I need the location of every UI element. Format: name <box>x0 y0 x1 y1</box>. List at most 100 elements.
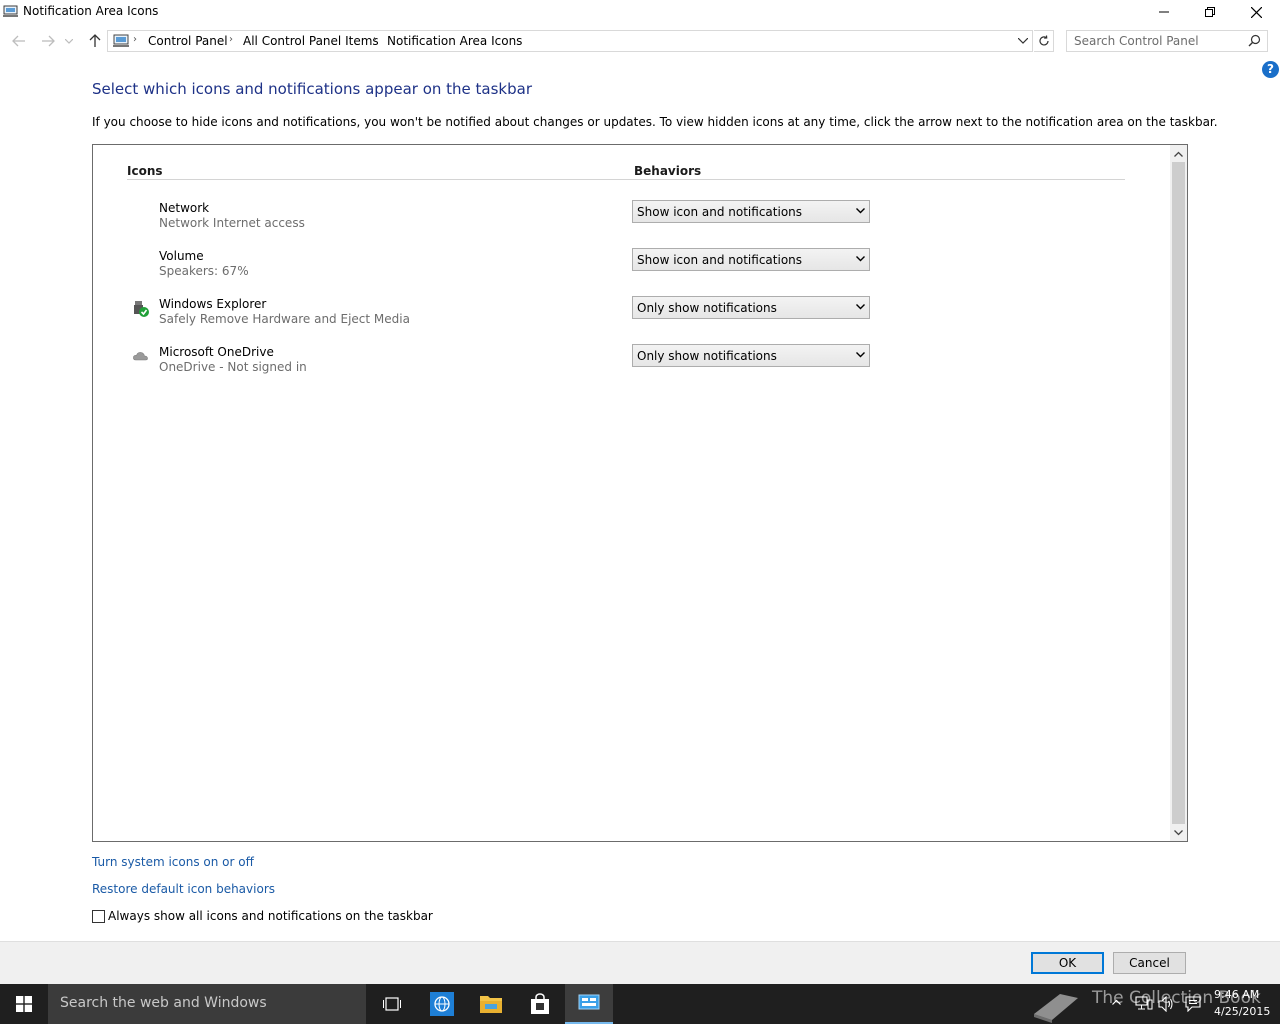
breadcrumb-separator-icon[interactable]: › <box>373 34 377 45</box>
minimize-button[interactable] <box>1141 0 1187 24</box>
behavior-value: Show icon and notifications <box>637 205 803 219</box>
network-icon[interactable] <box>1135 996 1153 1012</box>
help-button[interactable]: ? <box>1262 61 1279 78</box>
minimize-icon <box>1159 11 1169 13</box>
chevron-up-icon <box>1174 151 1183 157</box>
row-name: Volume <box>159 249 204 263</box>
ok-button[interactable]: OK <box>1031 952 1104 974</box>
row-detail: Safely Remove Hardware and Eject Media <box>159 312 410 326</box>
scrollbar-thumb[interactable] <box>1172 162 1185 824</box>
window-title: Notification Area Icons <box>23 4 159 18</box>
restore-icon <box>1205 7 1215 17</box>
turn-system-icons-link[interactable]: Turn system icons on or off <box>92 855 254 869</box>
page-title: Select which icons and notifications app… <box>92 80 532 98</box>
row-name: Network <box>159 201 210 215</box>
restore-button[interactable] <box>1187 0 1233 24</box>
folder-icon <box>480 996 502 1013</box>
arrow-up-icon <box>89 34 101 47</box>
forward-button[interactable] <box>38 31 58 51</box>
taskbar-browser[interactable] <box>418 984 466 1024</box>
search-input[interactable] <box>1067 31 1237 51</box>
column-header-icons: Icons <box>127 164 163 178</box>
back-button[interactable] <box>9 31 29 51</box>
control-panel-icon <box>578 994 600 1010</box>
refresh-icon <box>1038 35 1049 46</box>
clock-date[interactable]: 4/25/2015 <box>1214 1005 1270 1018</box>
start-button[interactable] <box>0 984 48 1024</box>
windows-logo-icon <box>16 996 32 1012</box>
chevron-down-icon <box>856 304 865 310</box>
cancel-button[interactable]: Cancel <box>1113 952 1186 974</box>
usb-safe-remove-icon <box>134 301 149 317</box>
behavior-value: Only show notifications <box>637 349 777 363</box>
chevron-down-icon <box>1174 829 1183 835</box>
taskbar-store[interactable] <box>516 984 564 1024</box>
chevron-down-icon <box>856 352 865 358</box>
up-button[interactable] <box>85 31 105 51</box>
chevron-down-icon <box>856 208 865 214</box>
arrow-right-icon <box>42 35 55 47</box>
task-view-button[interactable] <box>368 984 416 1024</box>
breadcrumb-control-panel[interactable]: Control Panel <box>148 34 228 48</box>
recent-locations-button[interactable] <box>62 31 76 51</box>
restore-default-behaviors-link[interactable]: Restore default icon behaviors <box>92 882 275 896</box>
onedrive-cloud-icon <box>133 352 148 361</box>
chevron-down-icon[interactable] <box>1018 38 1028 44</box>
taskbar-file-explorer[interactable] <box>467 984 515 1024</box>
behavior-value: Only show notifications <box>637 301 777 315</box>
page-description: If you choose to hide icons and notifica… <box>92 115 1218 129</box>
column-header-behaviors: Behaviors <box>634 164 702 178</box>
show-hidden-icons-chevron-icon[interactable] <box>1112 999 1121 1005</box>
dialog-footer: OK Cancel <box>0 941 1280 984</box>
table-row-windows-explorer: Windows Explorer Safely Remove Hardware … <box>93 296 1153 342</box>
behavior-select-windows-explorer[interactable]: Only show notifications <box>632 296 870 319</box>
scroll-down-button[interactable] <box>1170 824 1187 841</box>
task-view-icon <box>383 997 401 1011</box>
volume-icon[interactable] <box>1158 996 1176 1012</box>
behavior-select-network[interactable]: Show icon and notifications <box>632 200 870 223</box>
behavior-select-onedrive[interactable]: Only show notifications <box>632 344 870 367</box>
table-row-network: Network Network Internet access Show ico… <box>93 200 1153 246</box>
address-bar[interactable]: › Control Panel › All Control Panel Item… <box>107 30 1033 52</box>
breadcrumb-separator-icon[interactable]: › <box>229 34 233 45</box>
row-detail: Speakers: 67% <box>159 264 249 278</box>
row-name: Windows Explorer <box>159 297 267 311</box>
row-detail: Network Internet access <box>159 216 305 230</box>
taskbar-control-panel[interactable] <box>565 984 613 1024</box>
chevron-down-icon <box>856 256 865 262</box>
behavior-value: Show icon and notifications <box>637 253 803 267</box>
vertical-scrollbar[interactable] <box>1170 145 1187 841</box>
breadcrumb-all-items[interactable]: All Control Panel Items <box>243 34 379 48</box>
taskbar-search-text: Search the web and Windows <box>60 995 267 1011</box>
taskbar-search-box[interactable]: Search the web and Windows <box>48 984 366 1024</box>
refresh-button[interactable] <box>1034 30 1054 52</box>
header-divider <box>127 179 1125 180</box>
computer-icon <box>113 34 129 47</box>
scroll-up-button[interactable] <box>1170 145 1187 162</box>
row-detail: OneDrive - Not signed in <box>159 360 307 374</box>
close-button[interactable] <box>1233 0 1279 24</box>
clock-time[interactable]: 9:46 AM <box>1214 988 1259 1001</box>
breadcrumb-separator-icon[interactable]: › <box>133 34 137 45</box>
navigation-bar: › Control Panel › All Control Panel Item… <box>0 28 1280 54</box>
search-icon[interactable] <box>1248 34 1261 47</box>
table-row-volume: Volume Speakers: 67% Show icon and notif… <box>93 248 1153 294</box>
store-bag-icon <box>531 993 549 1014</box>
behavior-select-volume[interactable]: Show icon and notifications <box>632 248 870 271</box>
taskbar: Search the web and Windows The Collectio… <box>0 984 1280 1024</box>
action-center-icon[interactable] <box>1185 996 1201 1012</box>
notification-icons-list: Icons Behaviors Network Network Internet… <box>92 144 1188 842</box>
row-name: Microsoft OneDrive <box>159 345 274 359</box>
always-show-checkbox[interactable] <box>92 910 105 923</box>
table-row-onedrive: Microsoft OneDrive OneDrive - Not signed… <box>93 344 1153 390</box>
title-bar: Notification Area Icons <box>0 0 1280 24</box>
search-box[interactable] <box>1066 30 1268 52</box>
browser-globe-icon <box>430 992 454 1016</box>
close-icon <box>1250 6 1262 18</box>
chevron-down-icon <box>65 38 73 44</box>
arrow-left-icon <box>12 35 25 47</box>
always-show-label[interactable]: Always show all icons and notifications … <box>108 909 433 923</box>
breadcrumb-current[interactable]: Notification Area Icons <box>387 34 522 48</box>
control-panel-icon <box>3 5 18 17</box>
book-watermark-icon <box>1034 994 1078 1023</box>
